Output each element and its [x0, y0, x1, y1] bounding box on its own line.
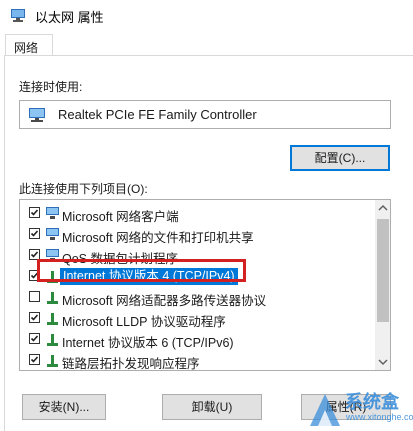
annotation-highlight-box: [37, 259, 246, 282]
protocol-icon: [47, 334, 58, 346]
item-checkbox[interactable]: [29, 228, 40, 239]
item-label: Microsoft 网络客户端: [62, 210, 179, 224]
tab-strip: 网络: [0, 30, 413, 56]
item-label: 链路层拓扑发现响应程序: [62, 357, 200, 371]
adapter-name: Realtek PCIe FE Family Controller: [58, 107, 257, 122]
item-label: Microsoft LLDP 协议驱动程序: [62, 315, 226, 329]
scroll-down-icon[interactable]: [375, 353, 391, 370]
item-checkbox[interactable]: [29, 333, 40, 344]
checkmark-icon: [30, 314, 39, 321]
item-label: Microsoft 网络适配器多路传送器协议: [62, 294, 267, 308]
checkmark-icon: [30, 230, 39, 237]
item-checkbox[interactable]: [29, 312, 40, 323]
title-bar: 以太网 属性: [0, 0, 413, 30]
connect-using-label: 连接时使用:: [19, 80, 83, 94]
checkmark-icon: [30, 209, 39, 216]
list-item[interactable]: Microsoft 网络的文件和打印机共享: [20, 224, 375, 245]
item-checkbox[interactable]: [29, 291, 40, 302]
file-share-icon: [46, 228, 59, 240]
watermark-text: 系统盒: [345, 392, 399, 412]
scroll-thumb[interactable]: [377, 219, 389, 322]
protocol-icon: [47, 313, 58, 325]
item-label: Microsoft 网络的文件和打印机共享: [62, 231, 254, 245]
tab-label: 网络: [14, 41, 39, 55]
item-checkbox[interactable]: [29, 354, 40, 365]
uninstall-button[interactable]: 卸载(U): [162, 394, 262, 420]
network-adapter-icon: [29, 108, 45, 122]
item-label: Internet 协议版本 6 (TCP/IPv6): [62, 336, 234, 350]
protocol-icon: [47, 292, 58, 304]
item-checkbox[interactable]: [29, 207, 40, 218]
scrollbar[interactable]: [375, 200, 391, 370]
tab-network[interactable]: 网络: [5, 34, 53, 56]
checkmark-icon: [30, 356, 39, 363]
list-item[interactable]: Microsoft LLDP 协议驱动程序: [20, 308, 375, 329]
list-item[interactable]: Internet 协议版本 6 (TCP/IPv6): [20, 329, 375, 350]
list-item[interactable]: 链路层拓扑发现响应程序: [20, 350, 375, 371]
checkmark-icon: [30, 251, 39, 258]
configure-button[interactable]: 配置(C)...: [290, 145, 390, 171]
window-title: 以太网 属性: [35, 10, 104, 25]
list-item[interactable]: Microsoft 网络适配器多路传送器协议: [20, 287, 375, 308]
protocol-icon: [47, 355, 58, 367]
scroll-up-icon[interactable]: [375, 200, 391, 217]
adapter-field: Realtek PCIe FE Family Controller: [19, 100, 391, 129]
list-item[interactable]: Microsoft 网络客户端: [20, 203, 375, 224]
install-button[interactable]: 安装(N)...: [22, 394, 106, 420]
items-label: 此连接使用下列项目(O):: [19, 182, 148, 196]
network-adapter-icon: [11, 9, 25, 22]
checkmark-icon: [30, 335, 39, 342]
items-list[interactable]: Microsoft 网络客户端 Microsoft 网络的文件和打印机共享 QoS …: [19, 199, 391, 371]
network-client-icon: [46, 207, 59, 219]
watermark-url: www.xitonghe.com: [346, 412, 413, 422]
